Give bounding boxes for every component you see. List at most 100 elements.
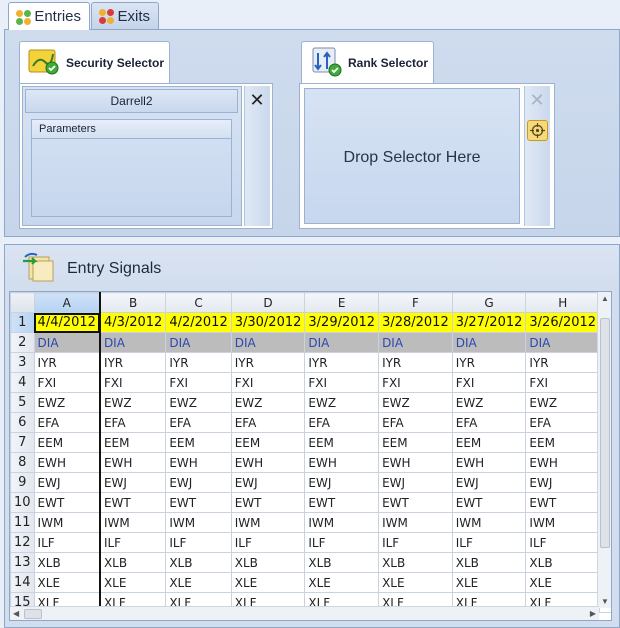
rank-selector-drop-zone[interactable]: Drop Selector Here	[304, 88, 520, 224]
grid-cell[interactable]: EFA	[451, 412, 527, 433]
row-header[interactable]: 3	[10, 352, 35, 373]
grid-cell[interactable]: EWT	[304, 492, 380, 513]
grid-cell[interactable]: FXI	[304, 372, 380, 393]
grid-cell[interactable]: EEM	[165, 432, 232, 453]
grid-cell[interactable]: XLB	[98, 552, 167, 573]
row-header[interactable]: 8	[10, 452, 35, 473]
grid-cell[interactable]: IWM	[525, 512, 601, 533]
grid-cell[interactable]: EWZ	[378, 392, 453, 413]
grid-cell[interactable]: EWT	[378, 492, 453, 513]
grid-cell[interactable]: 3/29/2012	[304, 312, 380, 333]
grid-cell[interactable]: EWH	[33, 452, 101, 473]
column-header-f[interactable]: F	[378, 292, 453, 313]
horizontal-scroll-thumb[interactable]	[24, 609, 42, 619]
grid-cell[interactable]: FXI	[378, 372, 453, 393]
grid-cell[interactable]: EWJ	[33, 472, 101, 493]
row-header[interactable]: 5	[10, 392, 35, 413]
grid-cell[interactable]: EWH	[525, 452, 601, 473]
grid-cell[interactable]: 3/27/2012	[451, 312, 527, 333]
column-header-c[interactable]: C	[165, 292, 232, 313]
grid-cell[interactable]: XLB	[304, 552, 380, 573]
grid-cell[interactable]: 4/2/2012	[165, 312, 232, 333]
grid-cell[interactable]: EWT	[33, 492, 101, 513]
row-header[interactable]: 14	[10, 572, 35, 593]
grid-cell[interactable]: DIA	[451, 332, 527, 353]
row-header[interactable]: 13	[10, 552, 35, 573]
grid-cell[interactable]: XLB	[165, 552, 232, 573]
grid-cell[interactable]: EFA	[98, 412, 167, 433]
grid-cell[interactable]: IWM	[451, 512, 527, 533]
column-header-b[interactable]: B	[98, 292, 167, 313]
grid-cell[interactable]: EWZ	[98, 392, 167, 413]
grid-cell[interactable]: IWM	[304, 512, 380, 533]
grid-cell[interactable]: XLE	[98, 572, 167, 593]
grid-cell[interactable]: FXI	[98, 372, 167, 393]
grid-cell[interactable]: FXI	[451, 372, 527, 393]
grid-cell[interactable]: XLB	[33, 552, 101, 573]
grid-cell[interactable]: ILF	[230, 532, 306, 553]
row-header[interactable]: 12	[10, 532, 35, 553]
grid-cell[interactable]: IYR	[98, 352, 167, 373]
grid-cell[interactable]: DIA	[98, 332, 167, 353]
grid-cell[interactable]: 3/30/2012	[230, 312, 306, 333]
close-icon[interactable]: ✕	[529, 91, 545, 109]
grid-cell[interactable]: XLB	[378, 552, 453, 573]
grid-cell[interactable]: FXI	[525, 372, 601, 393]
crosshair-icon[interactable]	[527, 120, 548, 141]
rank-selector-tab[interactable]: Rank Selector	[301, 41, 434, 83]
row-header[interactable]: 9	[10, 472, 35, 493]
grid-cell[interactable]: XLB	[451, 552, 527, 573]
grid-cell[interactable]: EWJ	[98, 472, 167, 493]
grid-cell[interactable]: XLE	[525, 572, 601, 593]
grid-cell[interactable]: EWT	[165, 492, 232, 513]
grid-cell[interactable]: ILF	[304, 532, 380, 553]
close-icon[interactable]: ✕	[249, 91, 265, 109]
grid-cell[interactable]: XLE	[304, 572, 380, 593]
vertical-scroll-thumb[interactable]	[600, 318, 610, 548]
grid-cell[interactable]: IYR	[304, 352, 380, 373]
grid-cell[interactable]: IYR	[451, 352, 527, 373]
grid-cell[interactable]: DIA	[165, 332, 232, 353]
grid-cell[interactable]: EWZ	[525, 392, 601, 413]
grid-cell[interactable]: FXI	[230, 372, 306, 393]
grid-cell[interactable]: XLE	[451, 572, 527, 593]
grid-cell[interactable]: EEM	[525, 432, 601, 453]
grid-cell[interactable]: EEM	[33, 432, 101, 453]
grid-cell[interactable]: EWT	[98, 492, 167, 513]
tab-entries[interactable]: Entries	[8, 2, 90, 30]
grid-cell[interactable]: 3/26/2012	[525, 312, 601, 333]
row-header[interactable]: 10	[10, 492, 35, 513]
grid-cell[interactable]: FXI	[33, 372, 101, 393]
grid-cell[interactable]: XLB	[525, 552, 601, 573]
column-header-e[interactable]: E	[304, 292, 380, 313]
grid-cell[interactable]: ILF	[378, 532, 453, 553]
grid-cell[interactable]: DIA	[525, 332, 601, 353]
grid-cell[interactable]: EWZ	[230, 392, 306, 413]
grid-cell[interactable]: EWH	[378, 452, 453, 473]
grid-cell[interactable]: ILF	[165, 532, 232, 553]
grid-cell[interactable]: EWZ	[451, 392, 527, 413]
column-header-h[interactable]: H	[525, 292, 601, 313]
vertical-scrollbar[interactable]: ▲ ▼	[597, 292, 611, 608]
grid-cell[interactable]: EWZ	[33, 392, 101, 413]
grid-cell[interactable]: IYR	[378, 352, 453, 373]
grid-cell[interactable]: DIA	[378, 332, 453, 353]
row-header[interactable]: 1	[10, 312, 35, 333]
grid-cell[interactable]: IYR	[525, 352, 601, 373]
grid-cell[interactable]: ILF	[525, 532, 601, 553]
grid-cell[interactable]: EEM	[304, 432, 380, 453]
grid-cell[interactable]: DIA	[304, 332, 380, 353]
grid-cell[interactable]: EFA	[33, 412, 101, 433]
grid-cell[interactable]: EFA	[378, 412, 453, 433]
grid-cell[interactable]: EFA	[304, 412, 380, 433]
grid-cell[interactable]: EFA	[230, 412, 306, 433]
grid-cell[interactable]: EWT	[525, 492, 601, 513]
grid-cell[interactable]: IYR	[33, 352, 101, 373]
grid-cell[interactable]: EWJ	[230, 472, 306, 493]
grid-cell[interactable]: XLE	[230, 572, 306, 593]
grid-cell[interactable]: ILF	[33, 532, 101, 553]
grid-cell[interactable]: IYR	[165, 352, 232, 373]
grid-cell[interactable]: ILF	[98, 532, 167, 553]
scroll-down-icon[interactable]: ▼	[601, 597, 609, 606]
grid-cell[interactable]: EWJ	[451, 472, 527, 493]
